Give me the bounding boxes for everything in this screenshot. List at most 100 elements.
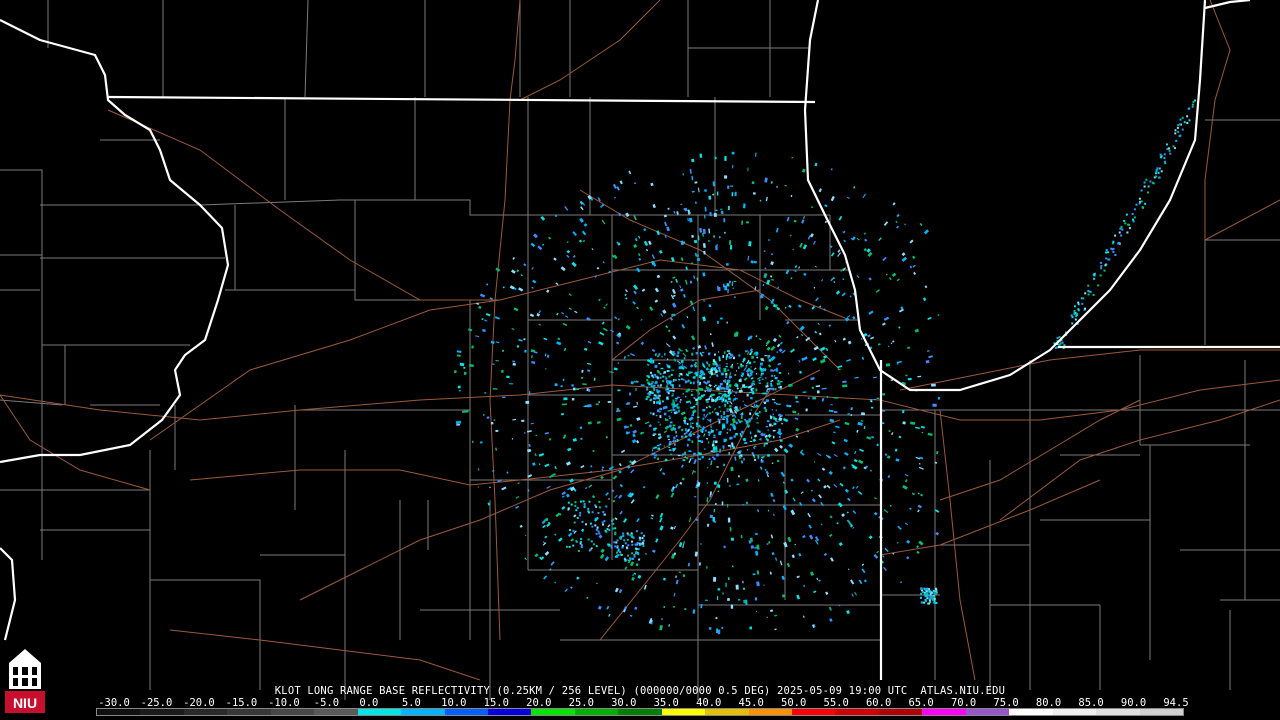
echo-pixel <box>745 221 749 224</box>
echo-pixel <box>696 422 699 425</box>
echo-pixel <box>454 370 457 374</box>
echo-pixel <box>906 539 911 544</box>
echo-pixel <box>736 384 739 387</box>
echo-pixel <box>743 599 746 604</box>
echo-pixel <box>882 393 886 396</box>
echo-pixel <box>646 395 650 399</box>
echo-pixel <box>740 363 742 366</box>
echo-pixel <box>727 350 730 352</box>
echo-pixel <box>768 541 771 544</box>
echo-pixel <box>673 427 676 431</box>
echo-pixel <box>652 412 655 416</box>
echo-pixel <box>681 363 683 367</box>
echo-pixel <box>659 423 661 426</box>
echo-pixel <box>710 425 712 428</box>
echo-pixel <box>649 399 652 402</box>
echo-pixel <box>600 205 603 208</box>
echo-pixel <box>545 368 547 370</box>
echo-pixel <box>766 382 769 385</box>
echo-pixel <box>659 410 662 413</box>
echo-pixel <box>681 323 686 329</box>
echo-pixel <box>693 459 697 465</box>
echo-pixel <box>746 501 748 505</box>
echo-pixel <box>710 420 711 423</box>
echo-pixel <box>680 288 684 292</box>
echo-pixel <box>737 475 740 478</box>
echo-pixel <box>477 486 480 488</box>
echo-pixel <box>775 227 779 233</box>
echo-pixel <box>713 449 715 453</box>
echo-pixel <box>672 448 675 451</box>
echo-pixel <box>632 429 638 434</box>
echo-pixel <box>636 417 641 421</box>
echo-pixel <box>863 232 866 235</box>
echo-pixel <box>652 447 655 449</box>
echo-pixel <box>766 389 769 393</box>
echo-pixel <box>635 547 638 550</box>
echo-pixel <box>803 272 807 277</box>
echo-pixel <box>849 295 852 298</box>
colorbar-segment <box>97 709 141 715</box>
echo-pixel <box>796 575 800 579</box>
echo-pixel <box>518 287 524 292</box>
echo-pixel <box>540 215 546 221</box>
echo-pixel <box>734 191 737 197</box>
echo-pixel <box>807 397 810 399</box>
echo-pixel <box>1181 116 1184 119</box>
echo-pixel <box>549 474 554 479</box>
echo-pixel <box>717 286 721 292</box>
echo-pixel <box>691 352 694 356</box>
echo-pixel <box>861 563 865 566</box>
echo-pixel <box>782 417 789 423</box>
echo-pixel <box>614 531 617 534</box>
echo-pixel <box>728 384 732 388</box>
echo-pixel <box>615 541 618 544</box>
echo-pixel <box>756 417 758 420</box>
echo-pixel <box>1070 314 1073 317</box>
echo-pixel <box>633 215 637 221</box>
echo-pixel <box>529 313 535 318</box>
echo-pixel <box>867 251 873 257</box>
echo-pixel <box>749 369 753 373</box>
echo-pixel <box>625 297 628 300</box>
echo-pixel <box>615 409 621 413</box>
echo-pixel <box>727 504 729 508</box>
echo-pixel <box>513 307 519 312</box>
radar-map <box>0 0 1280 700</box>
echo-pixel <box>666 226 670 232</box>
echo-pixel <box>770 345 776 351</box>
echo-pixel <box>721 210 724 214</box>
echo-pixel <box>702 316 707 322</box>
echo-pixel <box>882 322 886 326</box>
echo-pixel <box>792 410 797 414</box>
echo-pixel <box>765 344 768 347</box>
echo-pixel <box>766 346 771 351</box>
echo-pixel <box>674 398 678 400</box>
echo-pixel <box>683 419 686 422</box>
echo-pixel <box>685 400 691 404</box>
echo-pixel <box>655 414 658 417</box>
echo-pixel <box>856 429 859 433</box>
echo-pixel <box>1120 225 1123 228</box>
echo-pixel <box>544 353 547 357</box>
echo-pixel <box>574 310 578 314</box>
echo-pixel <box>691 190 695 193</box>
echo-pixel <box>724 231 726 234</box>
echo-pixel <box>883 316 890 321</box>
echo-pixel <box>721 373 723 376</box>
echo-pixel <box>708 433 710 437</box>
echo-pixel <box>897 525 902 530</box>
echo-pixel <box>798 266 801 269</box>
echo-pixel <box>715 370 718 374</box>
echo-pixel <box>818 579 821 582</box>
echo-pixel <box>752 380 755 383</box>
echo-pixel <box>920 601 923 604</box>
echo-pixel <box>703 299 705 302</box>
echo-pixel <box>659 468 663 472</box>
echo-pixel <box>830 404 833 406</box>
echo-pixel <box>576 576 580 580</box>
echo-pixel <box>624 542 627 545</box>
echo-pixel <box>794 543 797 546</box>
echo-pixel <box>608 498 610 500</box>
echo-pixel <box>749 431 752 435</box>
